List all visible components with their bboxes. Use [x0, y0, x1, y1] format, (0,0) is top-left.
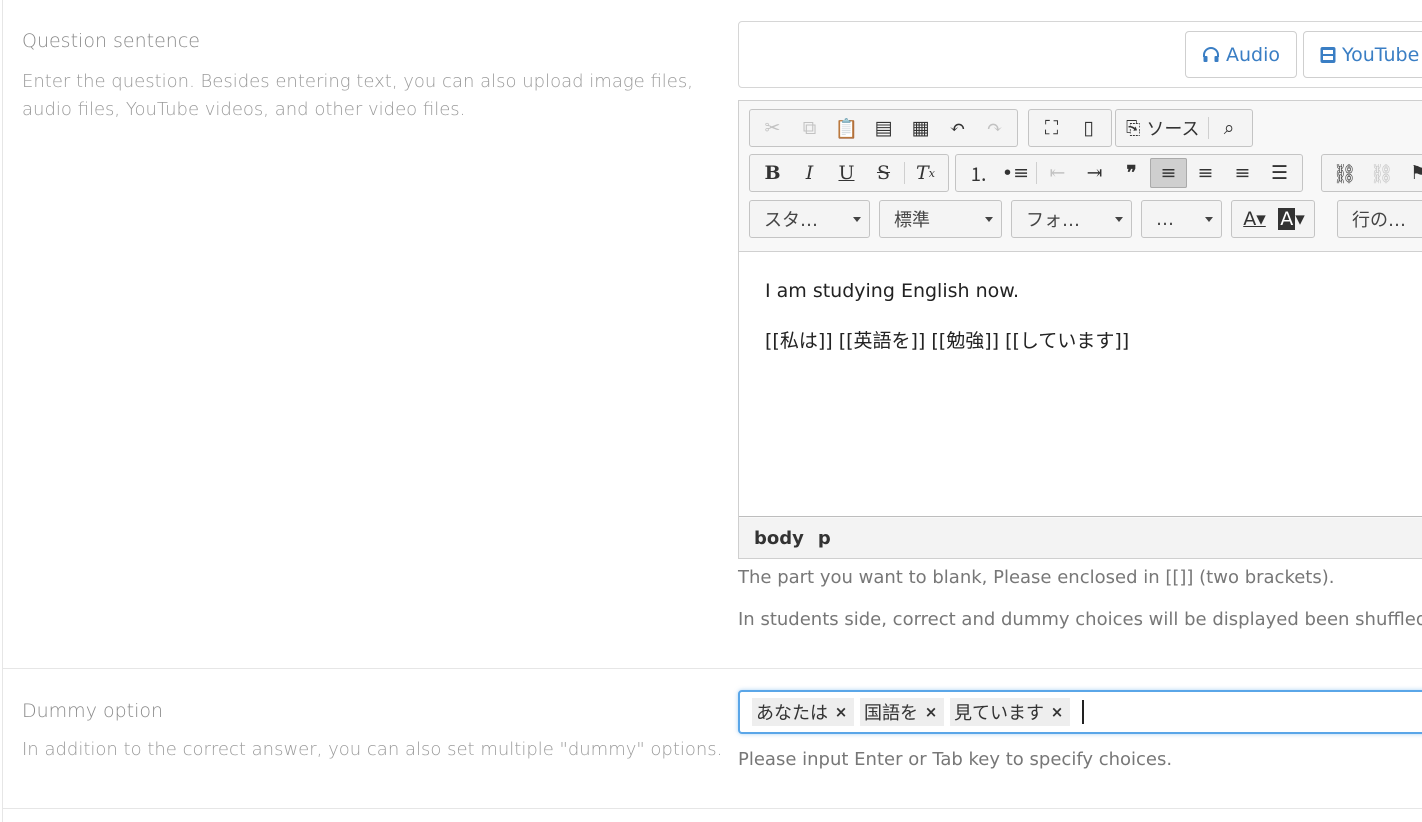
clipboard-toolbar-group: ✂ ⧉ 📋 ▤ ▦ ↶ ↷: [749, 109, 1018, 147]
align-left-icon[interactable]: ≡: [1150, 158, 1187, 188]
font-size-combo[interactable]: …: [1141, 200, 1222, 238]
close-icon[interactable]: ×: [1044, 703, 1070, 721]
bold-icon[interactable]: B: [754, 158, 791, 188]
background-color-icon[interactable]: A ▾: [1273, 204, 1310, 234]
align-right-icon[interactable]: ≡: [1224, 158, 1261, 188]
paste-icon[interactable]: 📋: [828, 113, 865, 143]
section-divider: [2, 808, 1422, 809]
outdent-icon[interactable]: ⇤: [1039, 158, 1076, 188]
paste-word-icon[interactable]: ▦: [902, 113, 939, 143]
question-title: Question sentence: [22, 30, 200, 52]
chevron-down-icon: [853, 217, 861, 222]
underline-icon[interactable]: U: [828, 158, 865, 188]
font-combo[interactable]: フォ…: [1011, 200, 1132, 238]
dummy-help-text: Please input Enter or Tab key to specify…: [738, 749, 1173, 770]
align-justify-icon[interactable]: ☰: [1261, 158, 1298, 188]
source-button[interactable]: ⎘ ソース: [1120, 113, 1206, 143]
view-toolbar-group: ⛶ ▯: [1028, 109, 1112, 147]
undo-icon[interactable]: ↶: [939, 113, 976, 143]
numbered-list-icon[interactable]: ⒈: [960, 158, 997, 188]
tag-chip: 見ています ×: [950, 698, 1070, 726]
audio-button[interactable]: Audio: [1185, 31, 1298, 78]
close-icon[interactable]: ×: [918, 703, 944, 721]
toolbar-separator: [904, 162, 905, 184]
tag-chip: 国語を ×: [860, 698, 944, 726]
source-button-label: ソース: [1146, 119, 1200, 140]
source-toolbar-group: ⎘ ソース ⌕: [1115, 109, 1253, 147]
toolbar-separator: [1207, 117, 1209, 139]
youtube-icon: [1320, 46, 1336, 64]
youtube-button-label: YouTube: [1342, 43, 1420, 66]
basic-style-toolbar-group: B I U S Tx: [749, 154, 949, 192]
anchor-flag-icon[interactable]: ⚑: [1400, 158, 1422, 188]
dummy-tags-input[interactable]: あなたは × 国語を × 見ています ×: [738, 690, 1422, 734]
show-blocks-icon[interactable]: ▯: [1070, 113, 1107, 143]
youtube-button[interactable]: YouTube: [1303, 31, 1422, 78]
chevron-down-icon: [1115, 217, 1123, 222]
toolbar-separator: [1036, 162, 1037, 184]
dummy-description: In addition to the correct answer, you c…: [22, 739, 723, 760]
cut-icon[interactable]: ✂: [754, 113, 791, 143]
text-color-icon[interactable]: A▾: [1236, 204, 1273, 234]
bulleted-list-icon[interactable]: •≡: [997, 158, 1034, 188]
left-border: [2, 0, 3, 822]
chevron-down-icon: [985, 217, 993, 222]
content-line: I am studying English now.: [765, 280, 1020, 302]
path-item-body[interactable]: body: [754, 528, 804, 549]
link-toolbar-group: ⛓ ⛓ ⚑: [1321, 154, 1422, 192]
blockquote-icon[interactable]: ❞: [1113, 158, 1150, 188]
strikethrough-icon[interactable]: S: [865, 158, 902, 188]
format-combo[interactable]: 標準: [879, 200, 1002, 238]
source-icon: ⎘: [1126, 117, 1141, 139]
question-description: Enter the question. Besides entering tex…: [22, 71, 693, 120]
question-label-column: Question sentence Enter the question. Be…: [22, 30, 722, 124]
color-toolbar-group: A▾ A ▾: [1231, 200, 1315, 238]
styles-combo-label: スタ…: [764, 210, 818, 231]
section-divider: [2, 668, 1422, 669]
blank-help-text: The part you want to blank, Please enclo…: [738, 567, 1335, 588]
audio-button-label: Audio: [1226, 43, 1281, 66]
tag-label: 見ています: [954, 703, 1044, 724]
line-height-combo-label: 行の…: [1352, 210, 1406, 231]
align-center-icon[interactable]: ≡: [1187, 158, 1224, 188]
element-path-bar: body p: [739, 518, 1422, 558]
preview-icon[interactable]: ⌕: [1211, 113, 1248, 143]
font-size-combo-label: …: [1156, 208, 1174, 230]
font-combo-label: フォ…: [1026, 210, 1080, 231]
media-upload-bar: Audio YouTube: [738, 21, 1422, 88]
link-icon[interactable]: ⛓: [1326, 158, 1363, 188]
indent-icon[interactable]: ⇥: [1076, 158, 1113, 188]
tag-label: 国語を: [864, 703, 918, 724]
italic-icon[interactable]: I: [791, 158, 828, 188]
chevron-down-icon: [1205, 217, 1213, 222]
maximize-icon[interactable]: ⛶: [1033, 113, 1070, 143]
format-combo-label: 標準: [894, 210, 930, 231]
remove-format-icon[interactable]: Tx: [907, 158, 944, 188]
paragraph-toolbar-group: ⒈ •≡ ⇤ ⇥ ❞ ≡ ≡ ≡ ☰: [955, 154, 1303, 192]
copy-icon[interactable]: ⧉: [791, 113, 828, 143]
close-icon[interactable]: ×: [828, 703, 854, 721]
path-item-p[interactable]: p: [818, 528, 831, 549]
editor-content-area[interactable]: I am studying English now. [[私は]] [[英語を]…: [739, 251, 1422, 517]
tag-label: あなたは: [756, 703, 828, 724]
line-height-combo[interactable]: 行の…: [1337, 200, 1422, 238]
dummy-label-column: Dummy option In addition to the correct …: [22, 700, 722, 764]
paste-text-icon[interactable]: ▤: [865, 113, 902, 143]
unlink-icon[interactable]: ⛓: [1363, 158, 1400, 188]
styles-combo[interactable]: スタ…: [749, 200, 870, 238]
headphones-icon: [1202, 46, 1220, 64]
tag-chip: あなたは ×: [752, 698, 854, 726]
dummy-title: Dummy option: [22, 700, 164, 722]
redo-icon[interactable]: ↷: [976, 113, 1013, 143]
shuffle-help-text: In students side, correct and dummy choi…: [738, 609, 1422, 630]
content-line: [[私は]] [[英語を]] [[勉強]] [[しています]]: [765, 330, 1130, 352]
text-caret: [1082, 700, 1084, 724]
rich-text-editor: ✂ ⧉ 📋 ▤ ▦ ↶ ↷ ⛶ ▯ ⎘ ソース ⌕ B I U S Tx ⒈ •…: [738, 100, 1422, 559]
